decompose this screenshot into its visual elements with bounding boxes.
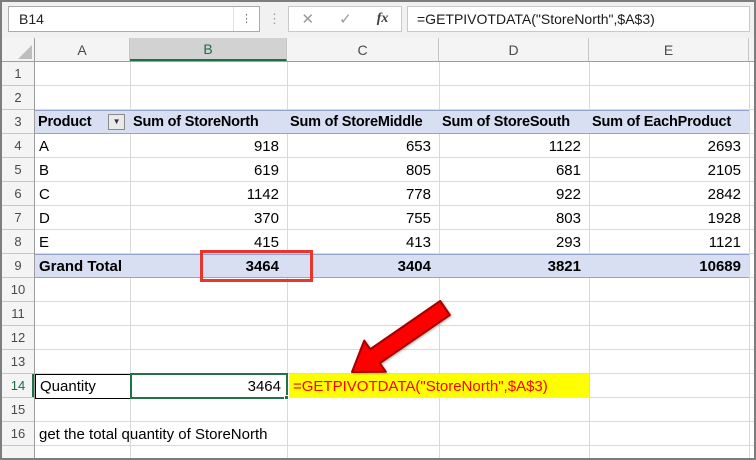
annotation-red-box [200, 250, 313, 282]
row-header-8[interactable]: 8 [2, 230, 34, 254]
pivot-header-storemiddle: Sum of StoreMiddle [287, 110, 439, 134]
column-header-a[interactable]: A [35, 38, 130, 61]
pivot-header-product: Product ▼ [35, 110, 130, 134]
pivot-grand-total-row: Grand Total 3464 3404 3821 10689 [35, 254, 749, 278]
row-headers: 1 2 3 4 5 6 7 8 9 10 11 12 13 14 15 16 [2, 62, 35, 458]
select-all-corner[interactable] [2, 38, 35, 61]
pivot-cell[interactable]: 653 [287, 134, 439, 158]
pivot-cell[interactable]: 918 [130, 134, 287, 158]
row-header-15[interactable]: 15 [2, 398, 34, 422]
pivot-cell[interactable]: 293 [439, 230, 589, 254]
pivot-cell[interactable]: 2105 [589, 158, 749, 182]
row-header-16[interactable]: 16 [2, 422, 34, 446]
row-header-12[interactable]: 12 [2, 326, 34, 350]
row-header-11[interactable]: 11 [2, 302, 34, 326]
pivot-row-a: A 918 653 1122 2693 [35, 134, 749, 158]
excel-window: B14 ⋮ ⋮ ✕ ✓ fx =GETPIVOTDATA("StoreNorth… [0, 0, 756, 460]
row-header-4[interactable]: 4 [2, 134, 34, 158]
pivot-cell[interactable]: 681 [439, 158, 589, 182]
pivot-cell[interactable]: 1928 [589, 206, 749, 230]
grand-total-eachproduct[interactable]: 10689 [589, 254, 749, 278]
column-header-b[interactable]: B [130, 38, 287, 61]
formula-bar-strip: B14 ⋮ ⋮ ✕ ✓ fx =GETPIVOTDATA("StoreNorth… [2, 2, 754, 38]
pivot-cell[interactable]: 370 [130, 206, 287, 230]
pivot-header-eachproduct: Sum of EachProduct [589, 110, 749, 134]
name-box-dropdown-icon[interactable]: ⋮ [233, 7, 259, 31]
pivot-row-d: D 370 755 803 1928 [35, 206, 749, 230]
name-box[interactable]: B14 ⋮ [8, 6, 260, 32]
pivot-cell[interactable]: 1142 [130, 182, 287, 206]
annotation-arrow-icon [340, 300, 458, 382]
pivot-row-b: B 619 805 681 2105 [35, 158, 749, 182]
pivot-cell[interactable]: 1122 [439, 134, 589, 158]
pivot-cell[interactable]: 2693 [589, 134, 749, 158]
row-header-7[interactable]: 7 [2, 206, 34, 230]
grand-total-label[interactable]: Grand Total [35, 254, 130, 278]
pivot-cell[interactable]: B [35, 158, 130, 182]
pivot-cell[interactable]: 619 [130, 158, 287, 182]
column-headers: A B C D E [2, 38, 754, 62]
pivot-row-e: E 415 413 293 1121 [35, 230, 749, 254]
cancel-icon[interactable]: ✕ [302, 10, 315, 28]
column-header-c[interactable]: C [287, 38, 439, 61]
cell-a14-quantity-label[interactable]: Quantity [35, 374, 131, 399]
column-header-d[interactable]: D [439, 38, 589, 61]
gridline [749, 62, 750, 458]
name-box-value: B14 [9, 11, 233, 27]
pivot-cell[interactable]: 803 [439, 206, 589, 230]
pivot-cell[interactable]: 1121 [589, 230, 749, 254]
column-header-e[interactable]: E [589, 38, 749, 61]
pivot-cell[interactable]: 778 [287, 182, 439, 206]
corner-triangle-icon [18, 45, 32, 59]
row-header-10[interactable]: 10 [2, 278, 34, 302]
row-header-1[interactable]: 1 [2, 62, 34, 86]
row-header-6[interactable]: 6 [2, 182, 34, 206]
pivot-cell[interactable]: D [35, 206, 130, 230]
pivot-cell[interactable]: 922 [439, 182, 589, 206]
pivot-cell[interactable]: 2842 [589, 182, 749, 206]
cell-a16-note[interactable]: get the total quantity of StoreNorth [39, 422, 267, 446]
pivot-cell[interactable]: E [35, 230, 130, 254]
pivot-table: Product ▼ Sum of StoreNorth Sum of Store… [35, 110, 749, 278]
sheet-grid[interactable]: Product ▼ Sum of StoreNorth Sum of Store… [35, 62, 754, 458]
pivot-cell[interactable]: C [35, 182, 130, 206]
cell-b14-value: 3464 [248, 378, 281, 395]
row-header-5[interactable]: 5 [2, 158, 34, 182]
pivot-cell[interactable]: 755 [287, 206, 439, 230]
enter-icon[interactable]: ✓ [339, 10, 352, 28]
cell-b14-selected[interactable]: 3464 [130, 373, 288, 399]
grand-total-storesouth[interactable]: 3821 [439, 254, 589, 278]
row-header-2[interactable]: 2 [2, 86, 34, 110]
formula-buttons: ✕ ✓ fx [288, 6, 402, 32]
pivot-header-row: Product ▼ Sum of StoreNorth Sum of Store… [35, 110, 749, 134]
formula-input[interactable]: =GETPIVOTDATA("StoreNorth",$A$3) [407, 6, 750, 32]
row-header-9[interactable]: 9 [2, 254, 34, 278]
pivot-header-product-label: Product [38, 114, 91, 130]
insert-function-icon[interactable]: fx [377, 11, 389, 27]
row-header-3[interactable]: 3 [2, 110, 34, 134]
row-header-14[interactable]: 14 [2, 374, 34, 398]
pivot-cell[interactable]: A [35, 134, 130, 158]
pivot-header-storesouth: Sum of StoreSouth [439, 110, 589, 134]
pivot-cell[interactable]: 805 [287, 158, 439, 182]
filter-dropdown-button[interactable]: ▼ [108, 114, 125, 130]
pivot-row-c: C 1142 778 922 2842 [35, 182, 749, 206]
resize-dots-icon[interactable]: ⋮ [268, 8, 280, 30]
pivot-header-storenorth: Sum of StoreNorth [130, 110, 287, 134]
row-header-13[interactable]: 13 [2, 350, 34, 374]
filter-caret-icon: ▼ [113, 118, 121, 126]
